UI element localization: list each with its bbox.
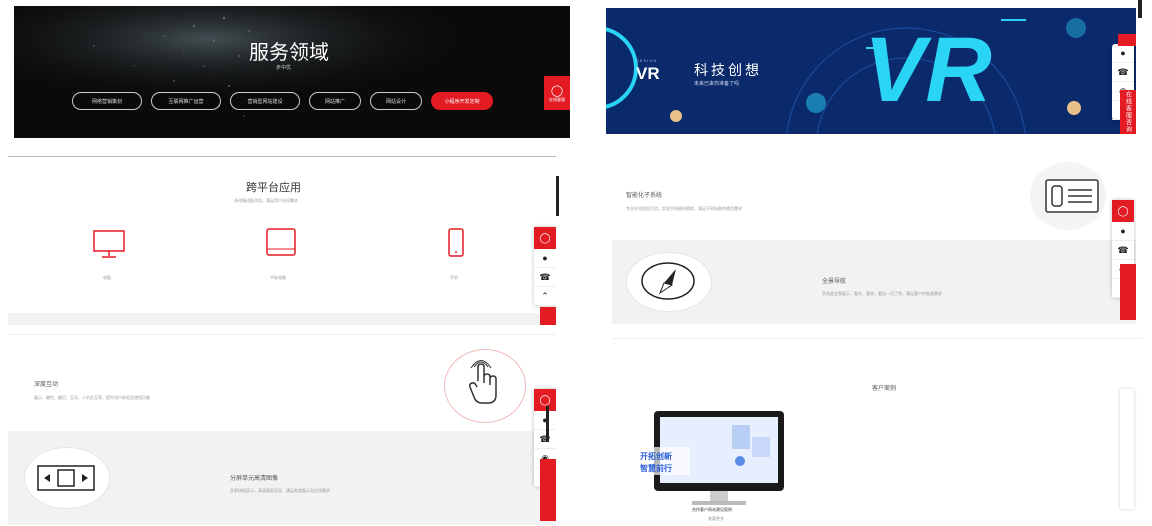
platform-label-tablet: 平板电脑 (270, 275, 286, 280)
vr-scrollbar[interactable] (1138, 0, 1142, 18)
cross-platform-title: 跨平台应用 (246, 182, 301, 194)
phone-icon[interactable]: ☎ (534, 430, 556, 449)
vr-banner: DESIGN VR 科技创想 未来已来你准备了吗 VR ● ☎ ◉ ⌃ 在线客服… (606, 8, 1136, 134)
id-card-icon (1045, 179, 1099, 213)
vr-consult-tab[interactable]: 在线客服咨询 (1120, 90, 1136, 134)
smart-subsystem-desc: 专业技术团队打造，实现手机随时随地，满足不同场景的使用需求 (626, 206, 742, 211)
split-screen-desc: 多屏拼接显示，高清画面呈现，满足各类展示及应用需求 (230, 488, 330, 493)
desktop-icon (93, 230, 125, 258)
chat-icon: ◯ (550, 84, 564, 97)
platform-label-desktop: 电脑 (103, 275, 111, 280)
vr-subtitle: 未来已来你准备了吗 (694, 81, 740, 87)
deep-interaction-title: 深度互动 (34, 382, 59, 388)
chat-bubble-icon[interactable]: ◯ (1112, 200, 1134, 222)
deep-interaction-consult-tab[interactable] (540, 459, 556, 521)
service-button-1[interactable]: 网络营销策划 (72, 92, 142, 110)
compass-icon (641, 262, 695, 300)
vr-title: 科技创想 (694, 64, 762, 79)
monitor-screen-text-2: 智慧前行 (640, 464, 672, 473)
deep-interaction-scrollbar[interactable] (546, 406, 549, 442)
touch-hand-icon (469, 360, 497, 404)
service-button-5[interactable]: 网站设计 (370, 92, 422, 110)
cross-platform-subtitle: 多终端适配浏览，满足用户访问需求 (234, 198, 298, 203)
cross-platform-section: 跨平台应用 多终端适配浏览，满足用户访问需求 电脑 平板电脑 手机 ◯ ● ☎ … (8, 156, 556, 325)
split-screen-title: 分屏单元高清图像 (230, 476, 279, 482)
vr-design-label: DESIGN (636, 58, 658, 63)
deep-interaction-desc: 展示、触控、翻页、互动、人机交互等，提升用户体验及使用乐趣 (34, 395, 150, 400)
hero-button-row: 网络营销策划 互联网推广运营 营销型网站建设 网站推广 网站设计 小程序开发定制 (72, 92, 493, 110)
client-cases-side-tab (1120, 389, 1134, 509)
share-icon[interactable]: ● (1112, 222, 1134, 241)
client-cases-section: 客户案例 开拓创新 智慧前行 合作客户网站建设案例 查看更多 (612, 338, 1142, 525)
vr-big-logo: VR (864, 19, 992, 121)
vr-badge: VR (636, 64, 660, 83)
case-caption[interactable]: 合作客户网站建设案例 (692, 507, 732, 513)
smart-subsystem-title: 智能化子系统 (626, 193, 663, 199)
cross-platform-consult-tab[interactable] (540, 307, 556, 325)
panorama-title: 全景导航 (822, 279, 847, 285)
phone-device-icon (448, 228, 464, 257)
hero-title: 服务领域 (249, 42, 329, 64)
phone-icon[interactable]: ☎ (1112, 63, 1134, 82)
cross-platform-scrollbar[interactable] (556, 176, 559, 216)
chat-bubble-icon[interactable]: ◯ (534, 389, 556, 411)
platform-label-phone: 手机 (450, 275, 458, 280)
phone-icon[interactable]: ☎ (534, 268, 556, 287)
smart-consult-tab[interactable] (1120, 264, 1136, 320)
case-caption-sub[interactable]: 查看更多 (708, 516, 724, 522)
cross-platform-footer-band (8, 313, 556, 325)
share-icon[interactable]: ● (534, 249, 556, 268)
phone-icon[interactable]: ☎ (1112, 241, 1134, 260)
share-icon[interactable]: ● (534, 411, 556, 430)
split-screen-icon (37, 465, 95, 491)
service-area-hero: 服务领域 步中优 网络营销策划 互联网推广运营 营销型网站建设 网站推广 网站设… (14, 6, 570, 138)
cross-platform-floating-toolbar: ◯ ● ☎ ⌃ (534, 227, 556, 306)
smart-subsystem-section: 智能化子系统 专业技术团队打造，实现手机随时随地，满足不同场景的使用需求 全景导… (612, 160, 1136, 324)
top-icon[interactable]: ⌃ (534, 287, 556, 306)
online-chat-button[interactable]: ◯ 在线客服 (544, 76, 570, 110)
share-icon[interactable]: ● (1112, 44, 1134, 63)
tablet-icon (266, 228, 296, 256)
deep-interaction-section: 深度互动 展示、触控、翻页、互动、人机交互等，提升用户体验及使用乐趣 分屏单元高… (8, 334, 556, 525)
chat-bubble-icon[interactable]: ◯ (534, 227, 556, 249)
particle-background (14, 6, 570, 138)
client-cases-title: 客户案例 (872, 386, 897, 392)
vr-chat-button[interactable] (1118, 34, 1136, 46)
chat-label: 在线客服 (549, 96, 565, 102)
monitor-screen-text-1: 开拓创新 (640, 452, 672, 461)
panorama-desc: 多角度全景展示，看车、看房、看店一目了然，满足客户的各类需求 (822, 291, 942, 296)
service-button-2[interactable]: 互联网推广运营 (151, 92, 221, 110)
hero-subtitle: 步中优 (276, 65, 292, 71)
service-button-3[interactable]: 营销型网站建设 (230, 92, 300, 110)
monitor-illustration (634, 411, 784, 505)
service-button-6-active[interactable]: 小程序开发定制 (431, 92, 493, 110)
service-button-4[interactable]: 网站推广 (309, 92, 361, 110)
